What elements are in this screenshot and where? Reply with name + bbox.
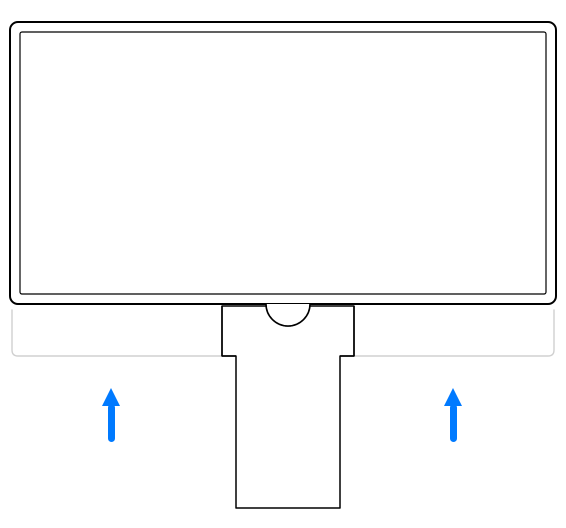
raise-arrow-left-icon [102, 388, 120, 442]
raise-arrow-right-icon [444, 388, 462, 442]
display-tilt-diagram [0, 0, 566, 528]
monitor-outer-edge [10, 22, 556, 304]
line-art [0, 0, 566, 528]
monitor-stand [222, 306, 354, 508]
